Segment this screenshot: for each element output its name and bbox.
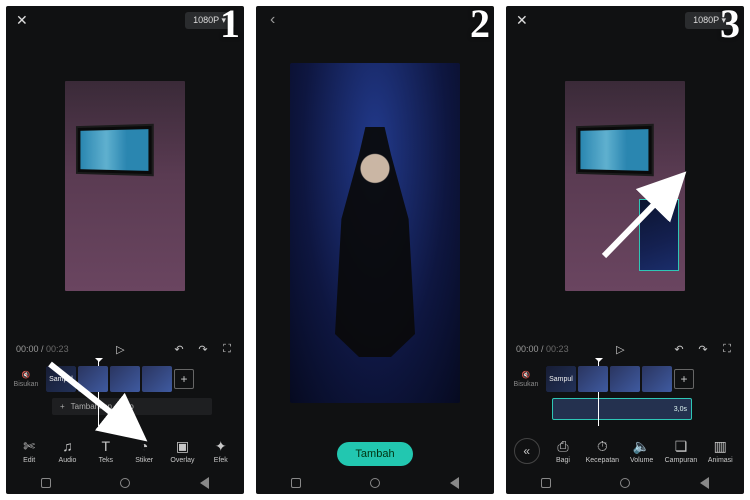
video-track[interactable]: + [46, 366, 194, 392]
overlay-track-clip[interactable]: 3,0s [552, 398, 692, 420]
tv-in-video [76, 124, 154, 177]
close-icon[interactable]: ✕ [16, 12, 28, 29]
nav-back-icon[interactable] [700, 477, 709, 489]
tool-audio[interactable]: ♫Audio [51, 438, 83, 464]
step-number: 3 [720, 6, 740, 47]
video-clip[interactable] [578, 366, 608, 392]
top-bar: ✕ 1080P ▾ [6, 6, 244, 34]
selected-media[interactable] [290, 63, 460, 403]
mute-label: Bisukan [14, 381, 39, 388]
video-clip[interactable] [110, 366, 140, 392]
redo-icon[interactable]: ↷ [696, 343, 710, 356]
fullscreen-icon[interactable]: ⛶ [720, 343, 734, 356]
step-number: 1 [220, 6, 240, 47]
tv-in-video [576, 124, 654, 177]
timeline[interactable]: 🔇 Bisukan + + Tambahkan audio [6, 360, 244, 426]
nav-recents-icon[interactable] [291, 478, 301, 488]
nav-back-icon[interactable] [450, 477, 459, 489]
play-icon[interactable]: ▷ [113, 343, 127, 356]
play-icon[interactable]: ▷ [613, 343, 627, 356]
video-clip[interactable] [78, 366, 108, 392]
overlay-icon: ▣ [176, 438, 189, 454]
scissors-icon: ✄ [23, 438, 35, 454]
bottom-action-bar: Tambah [256, 432, 494, 472]
timeline[interactable]: 🔇 Bisukan + 3,0s [506, 360, 744, 426]
playhead-time: 00:00 / 00:23 [16, 344, 69, 354]
tool-split[interactable]: ⎙Bagi [547, 438, 579, 464]
close-icon[interactable]: ✕ [516, 12, 528, 29]
back-icon[interactable]: ‹ [266, 11, 275, 29]
sticker-icon: ◔ [140, 438, 148, 454]
animation-icon: ▥ [714, 438, 727, 454]
tool-volume[interactable]: 🔈Volume [626, 438, 658, 464]
undo-icon[interactable]: ↶ [672, 343, 686, 356]
media-preview [256, 34, 494, 432]
step-1-screen: 1 ✕ 1080P ▾ 00:00 / 00:23 ▷ ↶ ↷ ⛶ 🔇 Bisu… [6, 6, 244, 494]
tool-edit[interactable]: ✄Edit [13, 438, 45, 464]
overlay-duration: 3,0s [674, 406, 687, 413]
mute-icon[interactable]: 🔇 [522, 371, 531, 379]
mute-label: Bisukan [514, 381, 539, 388]
video-track[interactable]: + [546, 366, 694, 392]
android-navbar [506, 472, 744, 494]
transport-bar: 00:00 / 00:23 ▷ ↶ ↷ ⛶ [6, 338, 244, 360]
tool-text[interactable]: TTeks [90, 438, 122, 464]
add-clip-button[interactable]: + [674, 369, 694, 389]
add-audio-label: Tambahkan audio [71, 402, 134, 411]
mute-icon[interactable]: 🔇 [22, 371, 31, 379]
nav-home-icon[interactable] [120, 478, 130, 488]
overlay-layer[interactable] [639, 199, 679, 271]
playhead-time: 00:00 / 00:23 [516, 344, 569, 354]
video-canvas[interactable] [65, 81, 185, 291]
step-3-screen: 3 ✕ 1080P ▾ 00:00 / 00:23 ▷ ↶ ↷ ⛶ 🔇 Bisu… [506, 6, 744, 494]
tool-blend[interactable]: ❏Campuran [665, 438, 697, 464]
speed-icon: ⏱ [597, 438, 608, 454]
nav-home-icon[interactable] [370, 478, 380, 488]
top-bar: ‹ [256, 6, 494, 34]
add-audio-row[interactable]: + Tambahkan audio [52, 398, 212, 415]
fullscreen-icon[interactable]: ⛶ [220, 343, 234, 356]
preview-area [6, 34, 244, 338]
cover-clip[interactable] [546, 366, 576, 392]
nav-recents-icon[interactable] [41, 478, 51, 488]
video-clip[interactable] [142, 366, 172, 392]
android-navbar [6, 472, 244, 494]
tool-animate[interactable]: ▥Animasi [704, 438, 736, 464]
transport-bar: 00:00 / 00:23 ▷ ↶ ↷ ⛶ [506, 338, 744, 360]
nav-back-icon[interactable] [200, 477, 209, 489]
add-clip-button[interactable]: + [174, 369, 194, 389]
volume-icon: 🔈 [633, 438, 650, 454]
tool-sticker[interactable]: ◔Stiker [128, 438, 160, 464]
video-clip[interactable] [642, 366, 672, 392]
add-button[interactable]: Tambah [337, 442, 412, 466]
nav-home-icon[interactable] [620, 478, 630, 488]
undo-icon[interactable]: ↶ [172, 343, 186, 356]
step-number: 2 [470, 6, 490, 47]
top-bar: ✕ 1080P ▾ [506, 6, 744, 34]
text-icon: T [102, 438, 111, 454]
video-canvas[interactable] [565, 81, 685, 291]
plus-icon: + [60, 402, 65, 411]
blend-icon: ❏ [675, 438, 688, 454]
music-icon: ♫ [62, 438, 73, 454]
step-2-screen: 2 ‹ Tambah [256, 6, 494, 494]
split-icon: ⎙ [557, 438, 568, 454]
android-navbar [256, 472, 494, 494]
nav-recents-icon[interactable] [541, 478, 551, 488]
video-clip[interactable] [610, 366, 640, 392]
cover-clip[interactable] [46, 366, 76, 392]
collapse-toolbar-button[interactable]: « [514, 438, 540, 464]
overlay-toolbar: « ⎙Bagi ⏱Kecepatan 🔈Volume ❏Campuran ▥An… [506, 426, 744, 472]
tool-speed[interactable]: ⏱Kecepatan [586, 438, 618, 464]
redo-icon[interactable]: ↷ [196, 343, 210, 356]
tool-overlay[interactable]: ▣Overlay [166, 438, 198, 464]
sparkle-icon: ✦ [215, 438, 227, 454]
bottom-toolbar: ✄Edit ♫Audio TTeks ◔Stiker ▣Overlay ✦Efe… [6, 426, 244, 472]
preview-area [506, 34, 744, 338]
tool-effects[interactable]: ✦Efek [205, 438, 237, 464]
performer-silhouette [335, 127, 415, 357]
